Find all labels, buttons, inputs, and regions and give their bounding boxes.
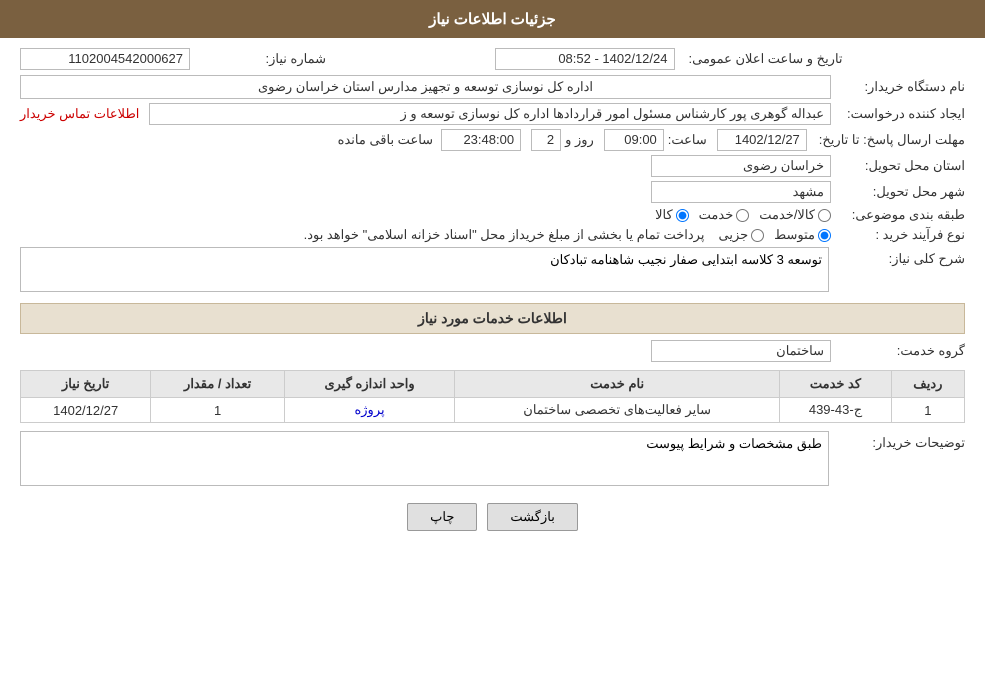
khadamat-section-header: اطلاعات خدمات مورد نیاز — [20, 303, 965, 334]
nam-dastgah-value: اداره کل نوسازی توسعه و تجهیز مدارس استا… — [20, 75, 831, 99]
mohlat-date: 1402/12/27 — [717, 129, 807, 151]
shahr-label: شهر محل تحویل: — [835, 184, 965, 200]
col-tedad: تعداد / مقدار — [151, 371, 285, 398]
service-table: ردیف کد خدمت نام خدمت واحد اندازه گیری ت… — [20, 370, 965, 423]
tarikh-elan-value: 1402/12/24 - 08:52 — [495, 48, 675, 70]
mohlat-saat: 09:00 — [604, 129, 664, 151]
page-title: جزئیات اطلاعات نیاز — [0, 0, 985, 38]
back-button[interactable]: بازگشت — [487, 503, 577, 531]
mohlat-rooz: 2 — [531, 129, 561, 151]
contact-link[interactable]: اطلاعات تماس خریدار — [20, 106, 139, 122]
mohlat-remaining: 23:48:00 — [441, 129, 521, 151]
cell-vahed: پروژه — [284, 398, 454, 423]
col-kod: کد خدمت — [780, 371, 892, 398]
vahed-link[interactable]: پروژه — [354, 402, 384, 417]
cell-tarikh: 1402/12/27 — [21, 398, 151, 423]
radio-jozii-input[interactable] — [751, 229, 764, 242]
shomara-niaz-value: 1102004542000627 — [20, 48, 190, 70]
radio-khadamat-input[interactable] — [736, 209, 749, 222]
grooh-khadamat-label: گروه خدمت: — [835, 343, 965, 359]
radio-kala[interactable]: کالا — [655, 207, 689, 223]
print-button[interactable]: چاپ — [407, 503, 477, 531]
farayand-motavaset-label: متوسط — [774, 227, 815, 243]
farayand-jozii-label: جزیی — [718, 227, 748, 243]
col-vahed: واحد اندازه گیری — [284, 371, 454, 398]
shahr-value: مشهد — [651, 181, 831, 203]
cell-kod: ج-43-439 — [780, 398, 892, 423]
radio-kala-khadamat[interactable]: کالا/خدمت — [759, 207, 831, 223]
col-nam: نام خدمت — [455, 371, 780, 398]
radio-kala-input[interactable] — [676, 209, 689, 222]
cell-radif: 1 — [891, 398, 964, 423]
sharh-textarea[interactable]: توسعه 3 کلاسه ابتدایی صفار نجیب شاهنامه … — [20, 247, 829, 292]
shomara-niaz-label: شماره نیاز: — [196, 51, 326, 67]
grooh-khadamat-value: ساختمان — [651, 340, 831, 362]
mohlat-label: مهلت ارسال پاسخ: تا تاریخ: — [811, 132, 965, 148]
tabaghe-kala-khadamat-label: کالا/خدمت — [759, 207, 815, 223]
nam-dastgah-label: نام دستگاه خریدار: — [835, 79, 965, 95]
farayand-desc: پرداخت تمام یا بخشی از مبلغ خریداز محل "… — [20, 227, 704, 243]
mohlat-remaining-label: ساعت باقی مانده — [338, 132, 433, 148]
tabaghe-label: طبقه بندی موضوعی: — [835, 207, 965, 223]
radio-motavaset-input[interactable] — [818, 229, 831, 242]
buttons-row: بازگشت چاپ — [20, 503, 965, 531]
tozih-textarea[interactable]: طبق مشخصات و شرایط پیوست — [20, 431, 829, 486]
tarikh-elan-label: تاریخ و ساعت اعلان عمومی: — [681, 51, 843, 67]
tozih-label: توضیحات خریدار: — [835, 435, 965, 451]
radio-khadamat[interactable]: خدمت — [699, 207, 750, 223]
cell-nam: سایر فعالیت‌های تخصصی ساختمان — [455, 398, 780, 423]
ijad-konande-label: ایجاد کننده درخواست: — [835, 106, 965, 122]
mohlat-saat-label: ساعت: — [668, 132, 707, 148]
tabaghe-kala-label: کالا — [655, 207, 673, 223]
ostan-value: خراسان رضوی — [651, 155, 831, 177]
col-radif: ردیف — [891, 371, 964, 398]
ostan-label: استان محل تحویل: — [835, 158, 965, 174]
mohlat-rooz-label: روز و — [565, 132, 594, 148]
radio-jozii[interactable]: جزیی — [718, 227, 764, 243]
table-row: 1 ج-43-439 سایر فعالیت‌های تخصصی ساختمان… — [21, 398, 965, 423]
tabaghe-khadamat-label: خدمت — [699, 207, 734, 223]
sharh-label: شرح کلی نیاز: — [835, 251, 965, 267]
radio-kala-khadamat-input[interactable] — [818, 209, 831, 222]
nooe-farayand-label: نوع فرآیند خرید : — [835, 227, 965, 243]
ijad-konande-value: عبداله گوهری پور کارشناس مسئول امور قرار… — [149, 103, 831, 125]
cell-tedad: 1 — [151, 398, 285, 423]
col-tarikh: تاریخ نیاز — [21, 371, 151, 398]
radio-motavaset[interactable]: متوسط — [774, 227, 831, 243]
